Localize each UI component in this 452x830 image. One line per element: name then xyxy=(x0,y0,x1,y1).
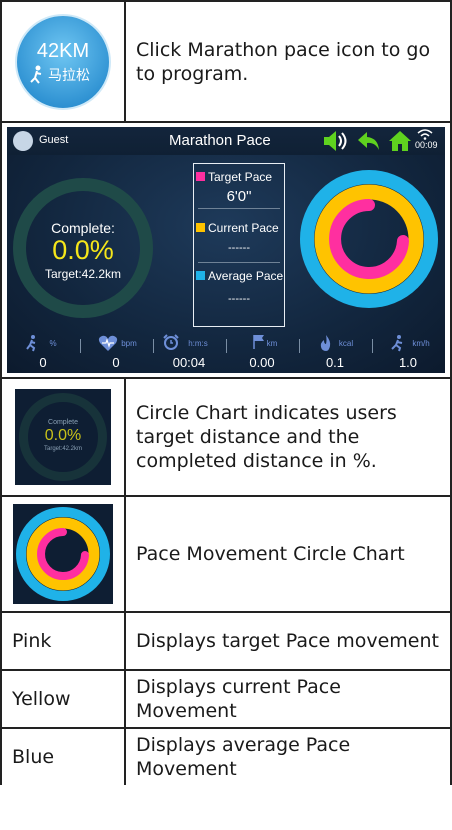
stat-value: 0.00 xyxy=(249,355,275,370)
target-distance: Target:42.2km xyxy=(44,267,122,281)
complete-value: 0.0% xyxy=(52,235,114,265)
average-pace-label: Average Pace xyxy=(194,269,283,283)
legend-text: Displays current Pace Movement xyxy=(124,669,452,729)
stat-value: 00:04 xyxy=(172,355,206,370)
blue-swatch xyxy=(196,271,205,280)
stat-value: 0.1 xyxy=(325,355,345,370)
legend-color: Yellow xyxy=(0,669,126,729)
stat-unit: bpm xyxy=(121,339,137,348)
pace-panel: Target Pace 6'0" Current Pace ------ Ave… xyxy=(193,163,285,327)
top-bar: Guest Marathon Pace 00:09 xyxy=(7,127,445,155)
table-row: Pace Movement Circle Chart xyxy=(0,495,452,613)
marathon-pace-icon: 42KM 马拉松 xyxy=(15,13,111,110)
table-row: Guest Marathon Pace 00:09 Complete: 0.0%… xyxy=(0,121,452,379)
average-pace-value: ------ xyxy=(228,293,250,305)
back-arrow-icon[interactable] xyxy=(357,130,381,152)
stat-distance: km 0.00 xyxy=(226,333,298,373)
pace-chart-thumb-cell xyxy=(0,495,126,613)
circle-chart-description: Circle Chart indicates users target dist… xyxy=(124,377,452,497)
table-row: Blue Displays average Pace Movement xyxy=(0,727,452,785)
pace-chart-thumbnail xyxy=(13,504,113,604)
marathon-icon-description: Click Marathon pace icon to go to progra… xyxy=(124,0,452,123)
marathon-icon-cell: 42KM 马拉松 xyxy=(0,0,126,123)
circle-chart-thumbnail: Complete 0.0% Target:42.2km xyxy=(15,389,111,485)
stat-unit: kcal xyxy=(338,339,354,348)
current-pace-label: Current Pace xyxy=(194,221,279,235)
legend-color: Pink xyxy=(0,611,126,671)
stat-heart-rate: bpm 0 xyxy=(80,333,152,373)
stat-value: 0 xyxy=(112,355,120,370)
table-row: Complete 0.0% Target:42.2km Circle Chart… xyxy=(0,377,452,497)
table-row: Yellow Displays current Pace Movement xyxy=(0,669,452,729)
target-pace-value: 6'0" xyxy=(226,188,252,205)
stat-speed: km/h 1.0 xyxy=(372,333,444,373)
screen-title: Marathon Pace xyxy=(169,132,271,149)
pace-circle-chart-icon xyxy=(16,507,110,601)
speaker-icon[interactable] xyxy=(322,130,348,152)
guest-label: Guest xyxy=(39,134,69,146)
pink-swatch xyxy=(196,172,205,181)
screen-cell: Guest Marathon Pace 00:09 Complete: 0.0%… xyxy=(0,121,452,379)
stat-unit: h:m:s xyxy=(188,339,208,348)
stat-unit: km/h xyxy=(412,339,430,348)
legend-color: Blue xyxy=(0,727,126,785)
legend-text: Displays average Pace Movement xyxy=(124,727,452,785)
table-row: 42KM 马拉松 Click Marathon pace icon to go … xyxy=(0,0,452,123)
stat-unit: km xyxy=(266,339,278,348)
complete-label: Complete: xyxy=(51,220,115,236)
wifi-icon xyxy=(417,129,433,140)
target-pace-arc xyxy=(329,199,409,279)
thumb-value: 0.0% xyxy=(44,427,82,444)
pace-chart-description: Pace Movement Circle Chart xyxy=(124,495,452,613)
legend-text: Displays target Pace movement xyxy=(124,611,452,671)
marathon-pace-screen: Guest Marathon Pace 00:09 Complete: 0.0%… xyxy=(7,127,445,373)
badge-text: 42KM xyxy=(37,40,89,62)
stat-unit: % xyxy=(49,339,57,348)
current-pace-value: ------ xyxy=(228,242,250,254)
stat-time: h:m:s 00:04 xyxy=(153,333,225,373)
manual-table: 42KM 马拉松 Click Marathon pace icon to go … xyxy=(0,0,452,785)
thumb-label: Complete xyxy=(48,419,78,426)
pace-circle-chart xyxy=(300,170,438,308)
clock-time: 00:09 xyxy=(415,140,438,150)
guest-avatar[interactable] xyxy=(13,131,33,151)
divider xyxy=(198,208,280,209)
target-pace-label: Target Pace xyxy=(194,170,272,184)
thumb-sub: Target:42.2km xyxy=(43,446,83,452)
stats-bar: % 0 bpm 0 h:m:s 00:04 km 0.00 kcal 0.1 k… xyxy=(7,333,445,373)
stat-value: 0 xyxy=(39,355,47,370)
home-icon[interactable] xyxy=(388,130,412,152)
circle-chart-thumb-cell: Complete 0.0% Target:42.2km xyxy=(0,377,126,497)
yellow-swatch xyxy=(196,223,205,232)
stat-incline: % 0 xyxy=(7,333,79,373)
table-row: Pink Displays target Pace movement xyxy=(0,611,452,671)
badge-subtext: 马拉松 xyxy=(48,68,90,84)
stat-calories: kcal 0.1 xyxy=(299,333,371,373)
stat-value: 1.0 xyxy=(398,355,418,370)
divider xyxy=(198,262,280,263)
